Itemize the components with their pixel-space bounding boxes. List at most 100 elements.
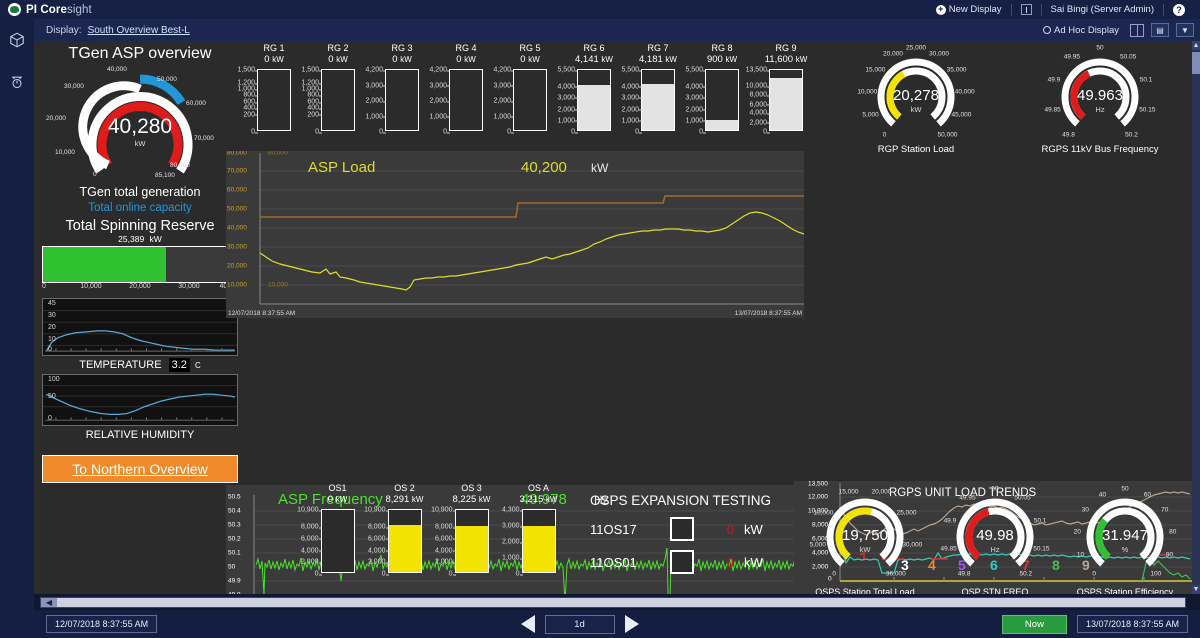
tgen-gauge: 40,280 kW 0 10,000 20,000 30,000 40,000 …	[42, 65, 238, 183]
tgen-tick: 30,000	[64, 83, 84, 90]
gauge-tool-icon[interactable]	[0, 61, 34, 103]
bar-gauge-value-row: 11,600 kW	[754, 54, 818, 65]
display-name-link[interactable]: South Overview Best-L	[88, 25, 190, 36]
arc-gauge[interactable]: 49.98 Hz 49.8 49.85 49.9 49.95 50 50.05 50.1 50.1…	[930, 485, 1060, 595]
bar-gauge-tick: 4,200	[493, 66, 514, 74]
bar-gauge-tick: 10,900	[431, 506, 456, 514]
arc-gauge[interactable]: 20,278 kW 0 5,000 10,000 15,000 20,000 25,000 30…	[824, 45, 1008, 156]
end-time-field[interactable]: 13/07/2018 8:37:55 AM	[1076, 615, 1189, 633]
arc-gauge[interactable]: 31.947% 0 10 20 30 40 50 60 70 80 90 100 OSPS Statio…	[1060, 485, 1190, 595]
asp-load-ytick: 80,000	[227, 151, 247, 157]
scroll-down-arrow-icon[interactable]: ▼	[1192, 585, 1200, 594]
arc-gauge-tick: 15,000	[865, 66, 886, 74]
bar-gauge-tick: 5,500	[557, 66, 578, 74]
info-icon	[1020, 4, 1032, 15]
bar-gauge-tick: 1,500	[301, 66, 322, 74]
arc-gauge-tick: 49.9	[1047, 76, 1061, 84]
arc-gauge-tick: 49.95	[959, 494, 976, 502]
temperature-caption: TEMPERATURE 3.2 C	[42, 358, 238, 372]
next-period-button[interactable]	[624, 615, 639, 633]
bar-gauge-value-row: 900 kW	[690, 54, 754, 65]
reserve-tick: 0	[42, 283, 46, 290]
bar-gauge-tick: 10,900	[364, 506, 389, 514]
os-units-row: OS1 0 kW 10,900 8,000 6,000 4,000 2,000 0 OS 2 8,…	[297, 483, 594, 593]
expansion-checkbox[interactable]	[670, 550, 694, 574]
to-northern-overview-button[interactable]: To Northern Overview	[42, 455, 238, 483]
bar-gauge-tick: 4,000	[434, 547, 455, 555]
bar-gauge-unit: kW	[400, 55, 412, 64]
duration-field[interactable]: 1d	[544, 614, 615, 634]
bar-gauge-scale: 1,500 1,200 1,000 800 600 400 200 0	[282, 66, 322, 136]
previous-period-button[interactable]	[520, 615, 535, 633]
bar-gauge-value: 4,181	[639, 54, 663, 65]
bar-gauge-scale: 4,200 3,000 2,000 1,000 0	[474, 66, 514, 136]
arc-gauge-value-group: 19,750 kW	[800, 527, 930, 554]
chevron-down-icon[interactable]: ▼	[1176, 23, 1194, 37]
bar-gauge-tick: 0	[381, 570, 389, 578]
bar-gauge-tick: 10,900	[297, 506, 322, 514]
asp-load-trend[interactable]: 80,000 70,000 60,000 50,000 40,000 30,00…	[226, 151, 804, 318]
humidity-plot	[43, 385, 237, 421]
display-info-button[interactable]	[1012, 4, 1041, 15]
save-button[interactable]: ▤	[1151, 23, 1169, 37]
ad-hoc-display-button[interactable]: Ad Hoc Display	[1039, 25, 1123, 36]
title-bar: PI Coresight + New Display Sai Bingi (Se…	[0, 0, 1200, 19]
bar-gauge-name: RG 6	[583, 43, 605, 53]
asp-load-value: 40,200	[521, 159, 567, 176]
arc-gauge-value: 20,278	[893, 87, 939, 104]
horizontal-scrollbar[interactable]: ◀	[40, 597, 1186, 608]
humidity-sparkline: 100 50 0	[42, 374, 238, 426]
bar-gauge-name: RG 4	[455, 43, 477, 53]
arc-gauge-tick: 5,000	[862, 111, 879, 119]
expansion-checkbox[interactable]	[670, 517, 694, 541]
display-label: Display:	[46, 24, 82, 36]
bar-gauge-tick: 4,000	[557, 83, 578, 91]
arc-gauge-tick: 50.2	[1019, 570, 1033, 578]
bar-gauge-tick: 8,000	[749, 91, 770, 99]
bar-gauge-scale: 10,900 8,000 6,000 4,000 2,000 0	[349, 506, 389, 578]
bar-gauge-tick: 2,000	[300, 558, 321, 566]
bar-gauge-name: RG 7	[647, 43, 669, 53]
arc-gauge-tick: 50.05	[1119, 53, 1137, 61]
asp-load-ytick: 60,000	[227, 186, 247, 194]
bar-gauge[interactable]: OS A 3,215 kW 4,300 3,000 2,000 1,000 0	[502, 483, 572, 578]
arc-gauge[interactable]: 19,750 kW 0 5,000 10,000 15,000 20,000 25,000 30…	[800, 485, 930, 594]
user-menu[interactable]: Sai Bingi (Server Admin)	[1042, 4, 1163, 15]
expansion-row: 11OS01 0 kW	[590, 550, 810, 574]
bar-gauge-tick: 8,000	[367, 523, 388, 531]
arc-gauge-unit: Hz	[1095, 105, 1105, 114]
arc-gauge-caption: OSP STN FREQ	[961, 587, 1029, 594]
cube-icon[interactable]	[0, 19, 34, 61]
new-display-button[interactable]: + New Display	[927, 4, 1011, 15]
bar-gauge-tick: 0	[314, 570, 322, 578]
help-button[interactable]: ?	[1164, 3, 1194, 16]
asp-load-ytick: 30,000	[227, 243, 247, 251]
bar-gauge[interactable]: RG 9 11,600 kW 13,500 10,000 8,000 6,000 4,000…	[746, 43, 818, 136]
arc-gauge-tick: 50.15	[1033, 545, 1050, 553]
split-view-icon[interactable]	[1130, 23, 1144, 37]
bar-gauge-tick: 8,000	[300, 523, 321, 531]
now-button[interactable]: Now	[1001, 614, 1067, 634]
bar-gauge-name: RG 5	[519, 43, 541, 53]
tgen-tick: 60,000	[186, 100, 206, 107]
start-time-field[interactable]: 12/07/2018 8:37:55 AM	[46, 615, 158, 633]
scroll-up-arrow-icon[interactable]: ▲	[1192, 41, 1200, 50]
tgen-caption-capacity: Total online capacity	[88, 202, 192, 214]
bar-gauge-tick: 200	[243, 111, 258, 119]
bar-gauge-tick: 5,500	[621, 66, 642, 74]
temp-tick: 45	[48, 300, 56, 307]
bar-gauge-name: OS 2	[394, 483, 415, 493]
arc-gauge-tick: 40,000	[954, 88, 975, 96]
bar-gauge-tick: 1,000	[429, 113, 450, 120]
tgen-tick: 40,000	[107, 66, 127, 73]
bar-gauge-tick: 2,000	[557, 106, 578, 114]
display-toolbar-actions: Ad Hoc Display ▤ ▼	[1039, 19, 1194, 41]
horizontal-scroll-thumb[interactable]: ◀	[41, 598, 57, 607]
arc-gauge[interactable]: 49.963 Hz 49.8 49.85 49.9 49.95 50 50.05 50.1 50.…	[1008, 45, 1192, 156]
vertical-scroll-thumb[interactable]	[1192, 52, 1200, 74]
temperature-block: 45 30 20 10 0 TEMPERATURE 3.2 C	[42, 298, 238, 372]
vertical-scrollbar[interactable]: ▲ ▼	[1192, 41, 1200, 594]
bar-gauge-tick: 3,000	[429, 82, 450, 89]
bar-gauge-value: 0	[264, 54, 270, 65]
bar-gauge-tick: 1,000	[685, 117, 706, 125]
